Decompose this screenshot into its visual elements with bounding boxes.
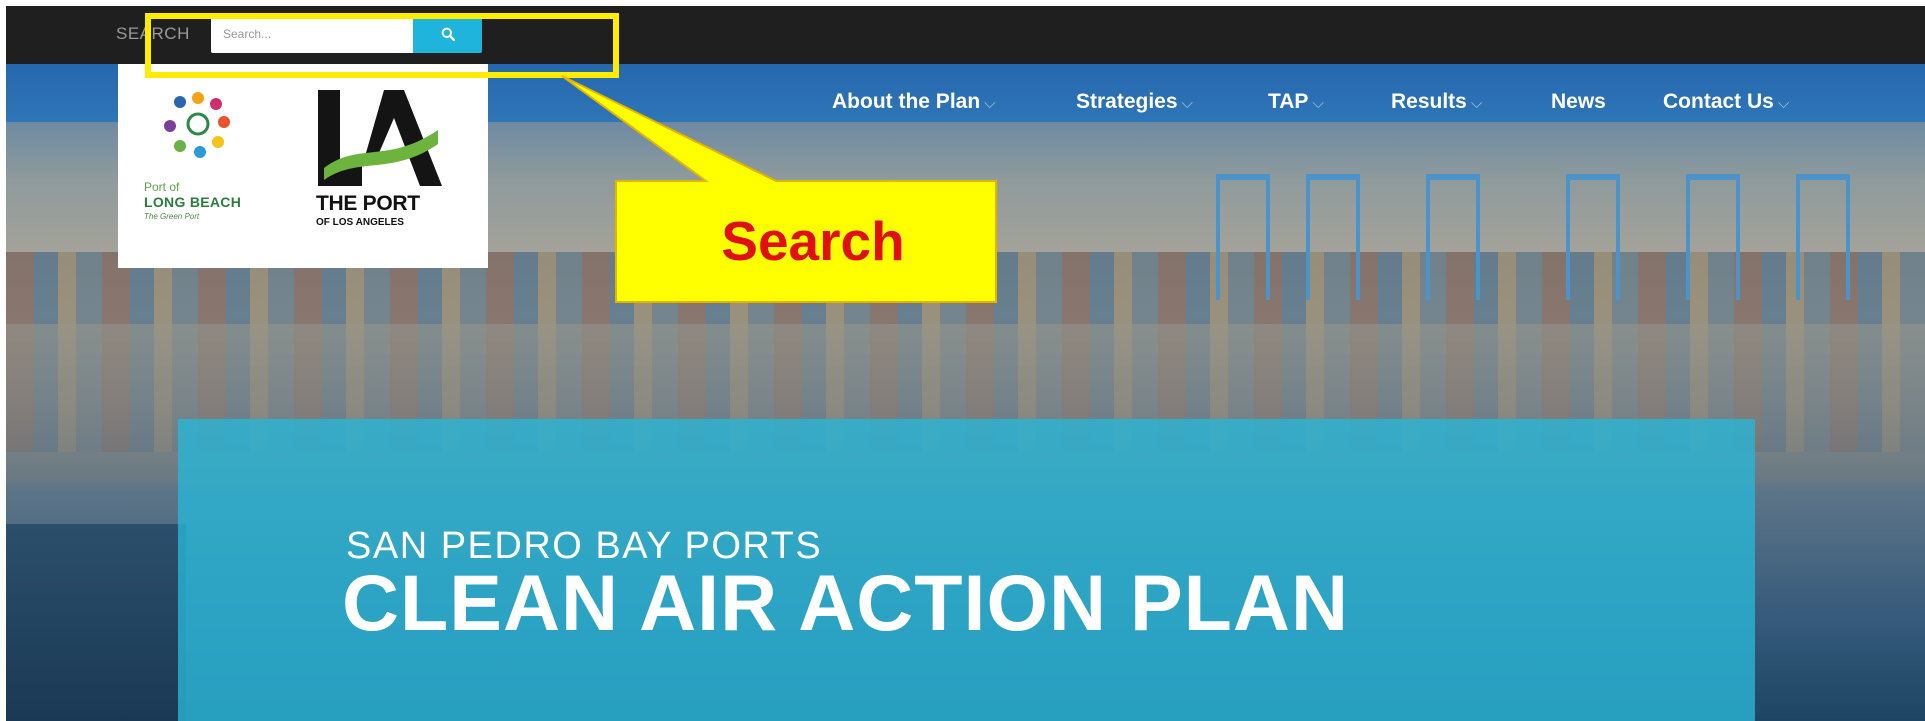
nav-item-label: Results <box>1391 90 1467 113</box>
harbor-water <box>6 524 186 721</box>
search-highlight-box <box>145 13 619 78</box>
long-beach-logo-icon <box>164 92 230 158</box>
hero-title: CLEAN AIR ACTION PLAN <box>342 558 1349 647</box>
long-beach-line1: Port of <box>144 180 180 194</box>
crane <box>1796 174 1850 300</box>
callout-label: Search <box>721 210 905 272</box>
port-of-la-logo-icon <box>318 90 442 186</box>
nav-item-label: Contact Us <box>1663 90 1774 113</box>
nav-item-strategies[interactable]: Strategies ⌵ <box>1076 90 1193 114</box>
nav-item-tap[interactable]: TAP ⌵ <box>1268 90 1324 114</box>
chevron-down-icon: ⌵ <box>1470 95 1483 112</box>
nav-item-news[interactable]: News <box>1551 90 1606 114</box>
long-beach-tagline: The Green Port <box>144 212 200 221</box>
chevron-down-icon: ⌵ <box>1181 95 1193 112</box>
nav-item-label: Strategies <box>1076 90 1178 113</box>
nav-item-contact-us[interactable]: Contact Us ⌵ <box>1663 90 1789 114</box>
chevron-down-icon: ⌵ <box>1312 95 1324 112</box>
nav-item-results[interactable]: Results ⌵ <box>1391 90 1482 114</box>
port-of-la-line1: THE PORT <box>316 192 420 215</box>
logo-card[interactable]: Port of LONG BEACH The Green Port THE PO… <box>118 64 488 268</box>
nav-item-label: News <box>1551 90 1606 113</box>
hero-title-box: SAN PEDRO BAY PORTS CLEAN AIR ACTION PLA… <box>178 419 1755 721</box>
nav-item-label: About the Plan <box>832 90 981 113</box>
port-of-la-line2: OF LOS ANGELES <box>316 217 404 228</box>
chevron-down-icon: ⌵ <box>1777 95 1790 112</box>
nav-item-about-the-plan[interactable]: About the Plan ⌵ <box>832 90 996 114</box>
crane <box>1306 174 1360 300</box>
page: SEARCH Search... Port of LONG BEACH The … <box>6 6 1925 721</box>
chevron-down-icon: ⌵ <box>984 95 996 112</box>
crane <box>1216 174 1270 300</box>
crane <box>1426 174 1480 300</box>
crane <box>1566 174 1620 300</box>
crane <box>1686 174 1740 300</box>
nav-item-label: TAP <box>1268 90 1309 113</box>
long-beach-line2: LONG BEACH <box>144 194 242 210</box>
